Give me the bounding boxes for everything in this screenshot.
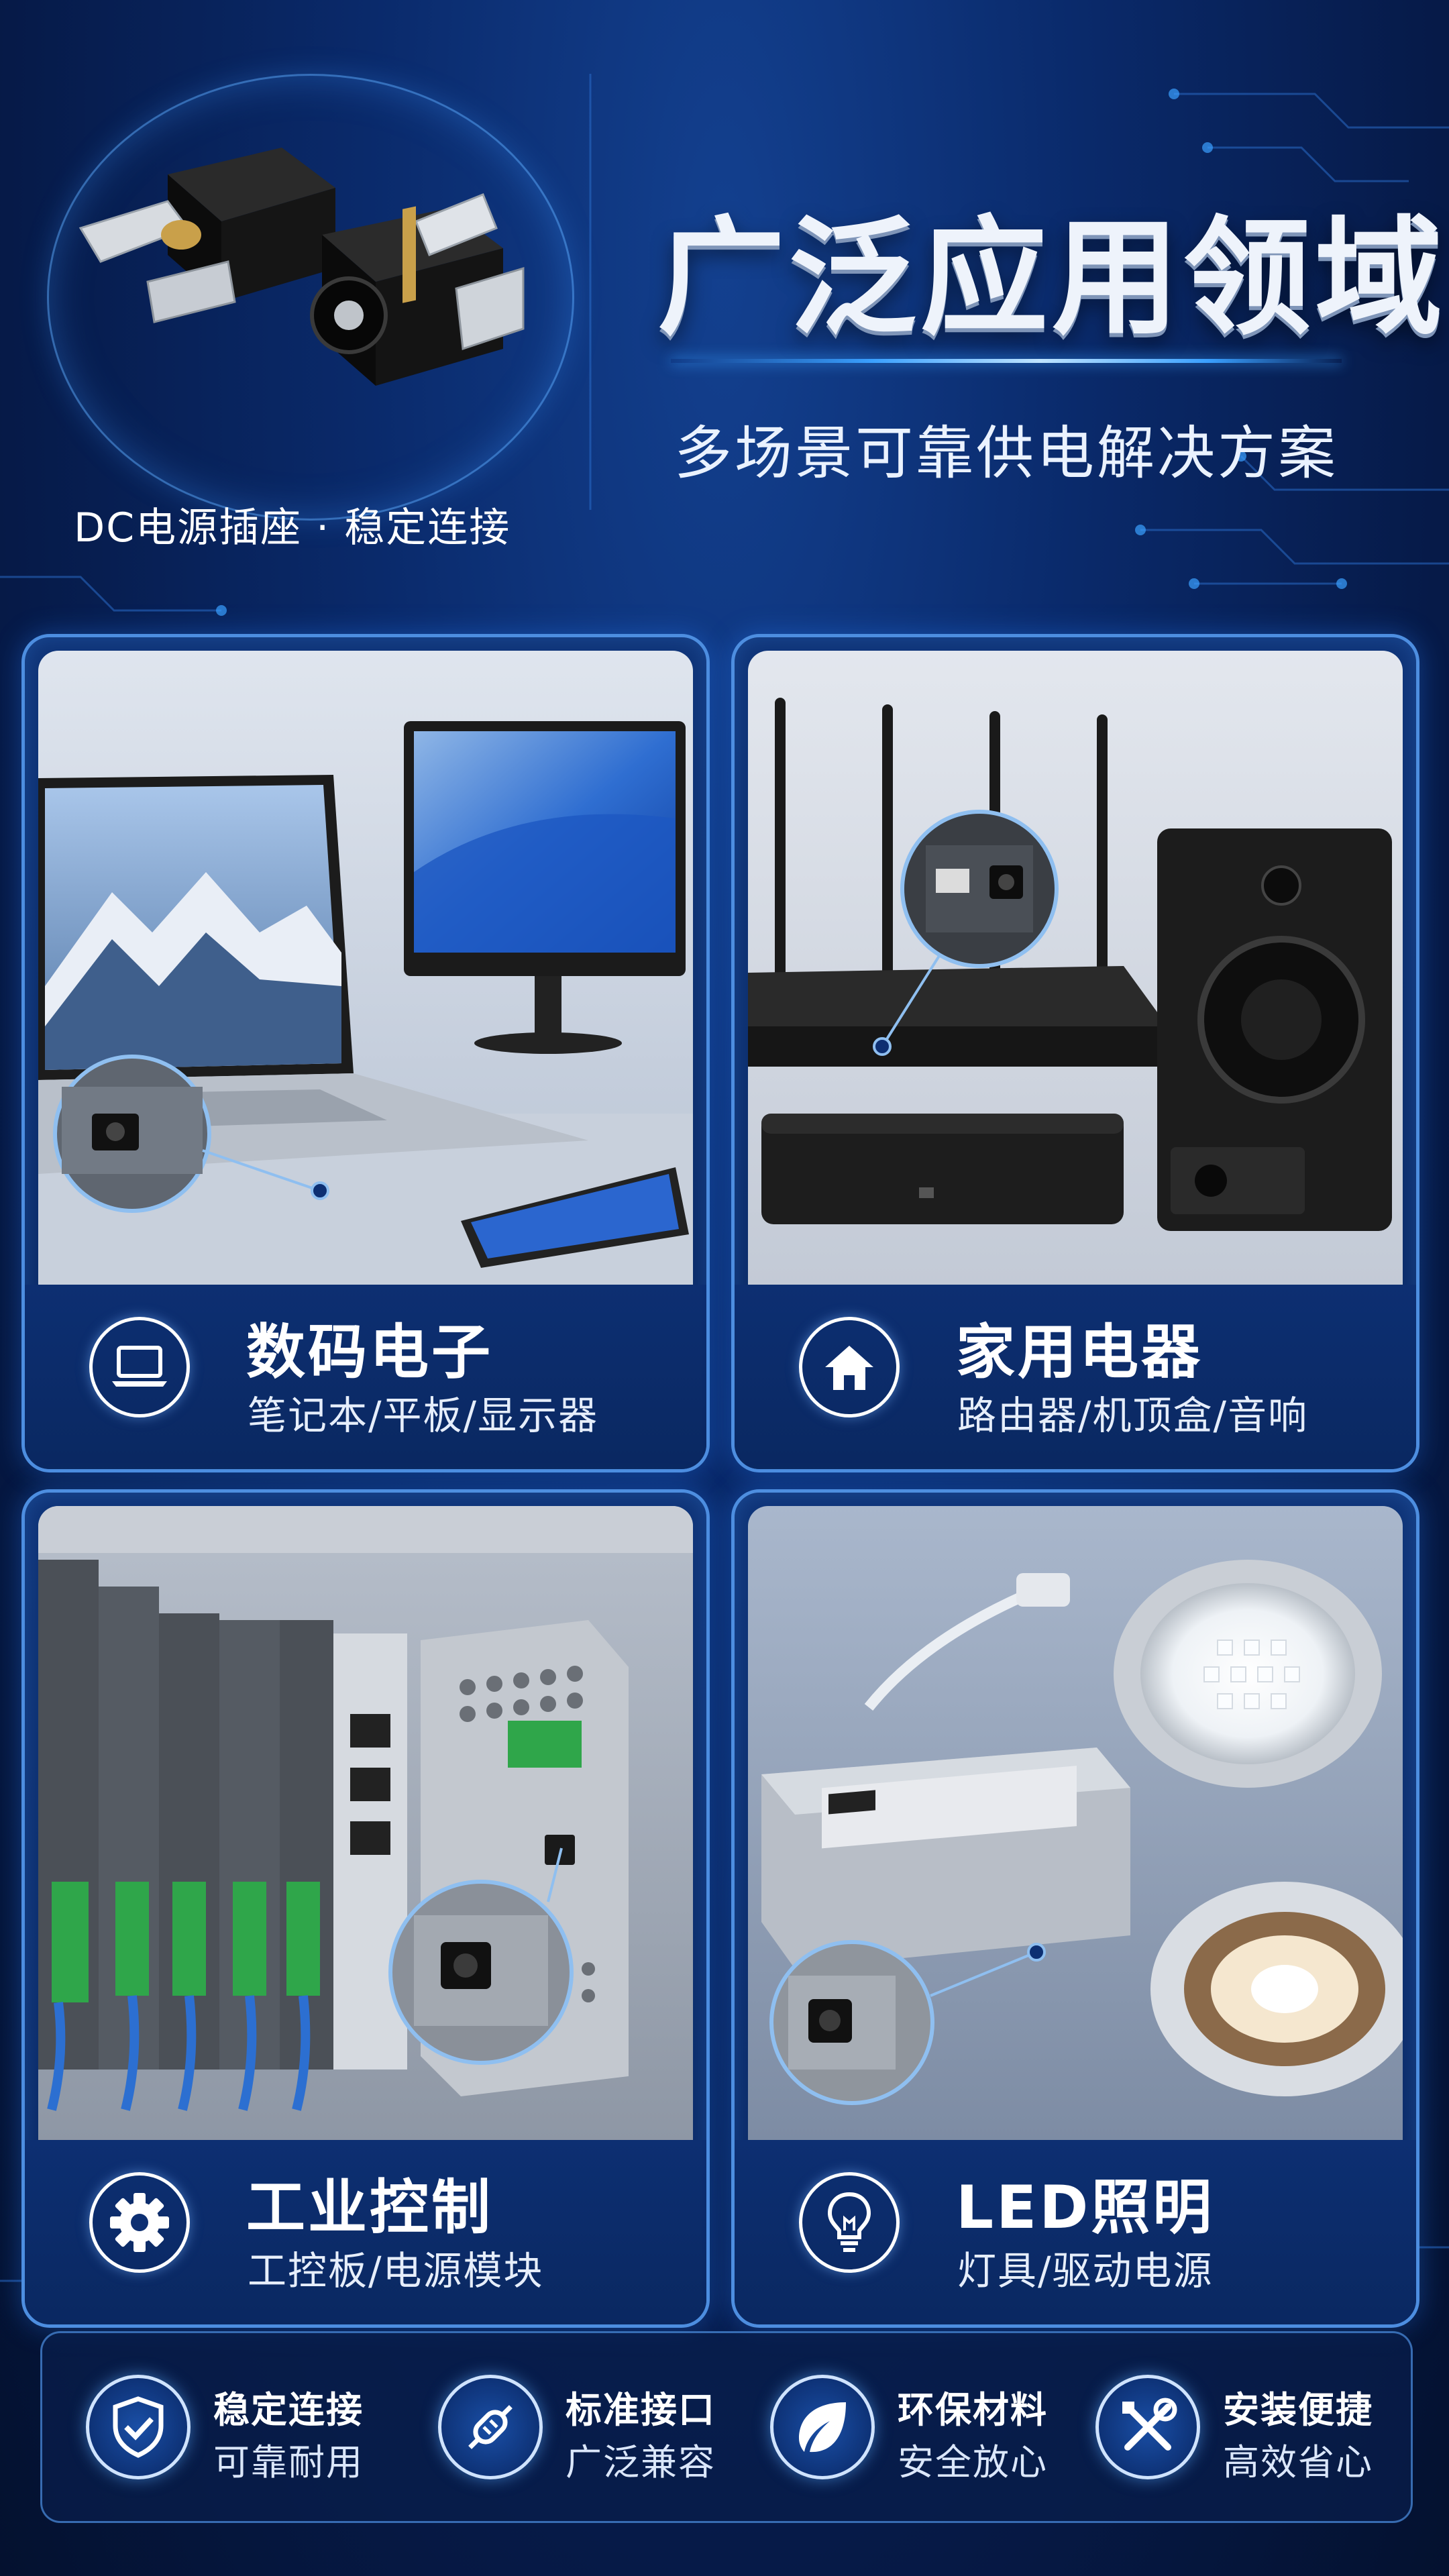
gear-icon [89, 2172, 190, 2273]
card-photo [38, 1506, 693, 2140]
feature-item-install: 安装便捷 高效省心 [1095, 2368, 1391, 2486]
card-led-lighting[interactable]: LED照明 灯具/驱动电源 [731, 1489, 1419, 2328]
feature-title: 环保材料 [898, 2389, 1048, 2431]
card-caption-band: 家用电器 路由器/机顶盒/音响 [735, 1285, 1416, 1469]
card-title: LED照明 [956, 2173, 1215, 2242]
lightbulb-icon [799, 2172, 900, 2273]
feature-item-stable: 稳定连接 可靠耐用 [86, 2368, 381, 2486]
card-industrial-control[interactable]: 工业控制 工控板/电源模块 [21, 1489, 710, 2328]
home-icon [799, 1317, 900, 1417]
laptop-monitor-illustration [38, 651, 693, 1285]
card-photo [38, 651, 693, 1285]
card-subtitle: 灯具/驱动电源 [957, 2248, 1214, 2294]
card-subtitle: 工控板/电源模块 [248, 2248, 544, 2294]
connector-icon [438, 2375, 543, 2479]
feature-title: 稳定连接 [213, 2389, 364, 2431]
leaf-icon [770, 2375, 875, 2479]
page: DC电源插座 · 稳定连接 广泛应用领域 多场景可靠供电解决方案 数码电子 笔记… [0, 0, 1449, 2576]
card-digital-electronics[interactable]: 数码电子 笔记本/平板/显示器 [21, 634, 710, 1472]
feature-desc: 安全放心 [898, 2441, 1048, 2483]
card-subtitle: 路由器/机顶盒/音响 [957, 1393, 1309, 1438]
tools-icon [1095, 2375, 1200, 2479]
router-speaker-illustration [748, 651, 1403, 1285]
card-caption-band: 数码电子 笔记本/平板/显示器 [25, 1285, 706, 1469]
card-home-appliances[interactable]: 家用电器 路由器/机顶盒/音响 [731, 634, 1419, 1472]
card-title: 数码电子 [246, 1318, 494, 1387]
hero-caption: DC电源插座 · 稳定连接 [74, 504, 511, 551]
feature-desc: 可靠耐用 [213, 2441, 364, 2483]
card-title: 家用电器 [956, 1318, 1203, 1387]
led-driver-illustration [748, 1506, 1403, 2140]
page-title: 广泛应用领域 [657, 204, 1447, 352]
feature-desc: 高效省心 [1223, 2441, 1373, 2483]
title-divider [671, 359, 1342, 363]
industrial-module-illustration [38, 1506, 693, 2140]
card-title: 工业控制 [246, 2173, 494, 2242]
card-caption-band: LED照明 灯具/驱动电源 [735, 2140, 1416, 2324]
feature-item-standard: 标准接口 广泛兼容 [438, 2368, 733, 2486]
feature-bar: 稳定连接 可靠耐用 标准接口 广泛兼容 环保材料 安全放心 安装便捷 高效省心 [40, 2331, 1413, 2523]
feature-desc: 广泛兼容 [566, 2441, 716, 2483]
feature-item-eco: 环保材料 安全放心 [770, 2368, 1065, 2486]
laptop-icon [89, 1317, 190, 1417]
shield-check-icon [86, 2375, 191, 2479]
card-photo [748, 1506, 1403, 2140]
feature-title: 安装便捷 [1223, 2389, 1373, 2431]
page-subtitle: 多场景可靠供电解决方案 [674, 420, 1338, 487]
feature-title: 标准接口 [566, 2389, 716, 2431]
card-subtitle: 笔记本/平板/显示器 [248, 1393, 599, 1438]
card-photo [748, 651, 1403, 1285]
card-caption-band: 工业控制 工控板/电源模块 [25, 2140, 706, 2324]
dc-jack-product-image [78, 148, 525, 386]
